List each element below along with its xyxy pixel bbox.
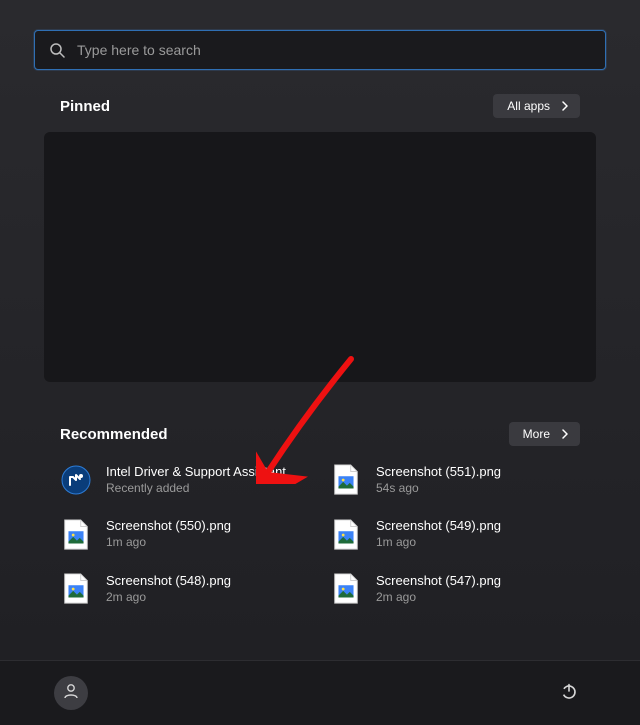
recommended-item-title: Screenshot (547).png [376, 573, 501, 590]
more-button[interactable]: More [509, 422, 580, 446]
recommended-item-intel[interactable]: Intel Driver & Support Assistant Recentl… [60, 462, 310, 498]
bottom-bar [0, 660, 640, 725]
recommended-item-title: Intel Driver & Support Assistant [106, 464, 286, 481]
recommended-item-sub: Recently added [106, 481, 286, 497]
recommended-item[interactable]: Screenshot (548).png 2m ago [60, 571, 310, 607]
all-apps-button[interactable]: All apps [493, 94, 580, 118]
search-input[interactable] [77, 42, 591, 58]
recommended-item-title: Screenshot (548).png [106, 573, 231, 590]
user-icon [62, 682, 80, 705]
image-file-icon [60, 573, 92, 605]
recommended-title: Recommended [60, 426, 168, 443]
search-box[interactable] [34, 30, 606, 70]
recommended-item-title: Screenshot (550).png [106, 518, 231, 535]
recommended-item-title: Screenshot (549).png [376, 518, 501, 535]
image-file-icon [60, 519, 92, 551]
recommended-item-title: Screenshot (551).png [376, 464, 501, 481]
image-file-icon [330, 464, 362, 496]
recommended-item-sub: 2m ago [376, 590, 501, 606]
power-button[interactable] [552, 676, 586, 710]
recommended-item[interactable]: Screenshot (551).png 54s ago [330, 462, 580, 498]
recommended-item[interactable]: Screenshot (549).png 1m ago [330, 516, 580, 552]
more-label: More [523, 427, 550, 441]
start-menu: Pinned All apps Recommended More [0, 0, 640, 660]
image-file-icon [330, 573, 362, 605]
all-apps-label: All apps [507, 99, 550, 113]
recommended-item-sub: 54s ago [376, 481, 501, 497]
search-icon [49, 42, 65, 58]
pinned-apps-area [44, 132, 596, 382]
intel-icon [60, 464, 92, 496]
power-icon [560, 682, 578, 705]
image-file-icon [330, 519, 362, 551]
recommended-item-sub: 1m ago [106, 535, 231, 551]
user-account-button[interactable] [54, 676, 88, 710]
recommended-item[interactable]: Screenshot (547).png 2m ago [330, 571, 580, 607]
pinned-title: Pinned [60, 98, 110, 115]
recommended-item-sub: 2m ago [106, 590, 231, 606]
recommended-grid: Intel Driver & Support Assistant Recentl… [60, 462, 580, 607]
chevron-right-icon [560, 101, 570, 111]
recommended-item[interactable]: Screenshot (550).png 1m ago [60, 516, 310, 552]
chevron-right-icon [560, 429, 570, 439]
recommended-item-sub: 1m ago [376, 535, 501, 551]
